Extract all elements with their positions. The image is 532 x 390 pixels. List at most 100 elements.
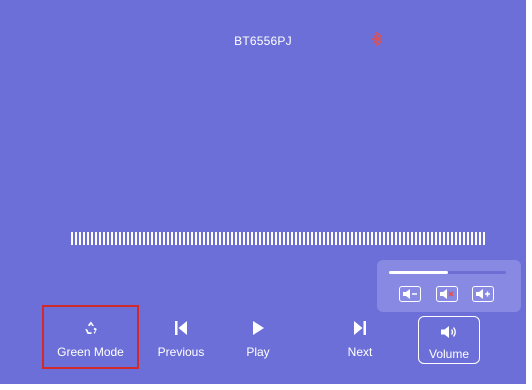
progress-tick xyxy=(155,232,157,245)
progress-tick xyxy=(343,232,345,245)
progress-tick xyxy=(243,232,245,245)
progress-tick xyxy=(435,232,437,245)
progress-tick xyxy=(315,232,317,245)
green-mode-button[interactable]: Green Mode xyxy=(42,305,139,369)
progress-tick xyxy=(355,232,357,245)
volume-slider[interactable] xyxy=(389,271,506,274)
progress-tick xyxy=(439,232,441,245)
progress-tick xyxy=(331,232,333,245)
player-screen: BT6556PJ Green Mode Previous Play Next V… xyxy=(0,0,526,384)
progress-tick xyxy=(371,232,373,245)
device-name: BT6556PJ xyxy=(234,34,292,48)
play-icon xyxy=(252,321,264,335)
green-mode-label: Green Mode xyxy=(57,345,124,359)
progress-tick xyxy=(419,232,421,245)
progress-tick xyxy=(159,232,161,245)
progress-tick xyxy=(131,232,133,245)
progress-tick xyxy=(319,232,321,245)
progress-tick xyxy=(123,232,125,245)
progress-tick xyxy=(387,232,389,245)
progress-tick xyxy=(207,232,209,245)
progress-tick xyxy=(323,232,325,245)
volume-mute-icon xyxy=(440,289,454,299)
progress-tick xyxy=(271,232,273,245)
progress-tick xyxy=(103,232,105,245)
progress-tick xyxy=(327,232,329,245)
progress-tick xyxy=(363,232,365,245)
progress-tick xyxy=(99,232,101,245)
progress-tick xyxy=(291,232,293,245)
progress-tick xyxy=(231,232,233,245)
previous-button[interactable]: Previous xyxy=(153,306,209,368)
progress-tick xyxy=(475,232,477,245)
progress-tick xyxy=(483,232,485,245)
progress-tick xyxy=(283,232,285,245)
progress-tick xyxy=(195,232,197,245)
volume-button[interactable]: Volume xyxy=(418,316,480,364)
progress-tick xyxy=(95,232,97,245)
progress-tick xyxy=(427,232,429,245)
progress-tick xyxy=(423,232,425,245)
progress-tick xyxy=(111,232,113,245)
progress-tick xyxy=(135,232,137,245)
progress-tick xyxy=(379,232,381,245)
progress-tick xyxy=(367,232,369,245)
progress-tick xyxy=(247,232,249,245)
volume-up-icon xyxy=(476,289,490,299)
progress-tick xyxy=(179,232,181,245)
progress-tick xyxy=(259,232,261,245)
bluetooth-disconnected-icon xyxy=(372,31,383,47)
progress-tick xyxy=(443,232,445,245)
progress-tick xyxy=(191,232,193,245)
progress-tick xyxy=(107,232,109,245)
progress-tick xyxy=(295,232,297,245)
progress-tick xyxy=(411,232,413,245)
progress-tick xyxy=(395,232,397,245)
progress-tick xyxy=(203,232,205,245)
progress-tick xyxy=(351,232,353,245)
progress-tick xyxy=(467,232,469,245)
progress-tick xyxy=(255,232,257,245)
volume-mute-button[interactable] xyxy=(436,286,458,302)
progress-tick xyxy=(455,232,457,245)
progress-tick xyxy=(399,232,401,245)
progress-tick xyxy=(167,232,169,245)
progress-tick xyxy=(299,232,301,245)
progress-tick xyxy=(139,232,141,245)
progress-tick xyxy=(127,232,129,245)
previous-label: Previous xyxy=(157,345,205,359)
progress-tick xyxy=(267,232,269,245)
progress-tick xyxy=(359,232,361,245)
skip-next-icon xyxy=(354,321,366,335)
next-button[interactable]: Next xyxy=(340,306,380,368)
progress-tick xyxy=(451,232,453,245)
recycle-icon xyxy=(84,321,97,334)
progress-tick xyxy=(79,232,81,245)
progress-tick xyxy=(83,232,85,245)
progress-tick xyxy=(459,232,461,245)
progress-tick xyxy=(91,232,93,245)
progress-tick xyxy=(219,232,221,245)
speaker-icon xyxy=(441,326,456,338)
play-button[interactable]: Play xyxy=(238,306,278,368)
progress-tick xyxy=(75,232,77,245)
next-label: Next xyxy=(347,345,373,359)
volume-up-button[interactable] xyxy=(472,286,494,302)
progress-tick xyxy=(119,232,121,245)
progress-tick xyxy=(87,232,89,245)
progress-tick xyxy=(335,232,337,245)
progress-tick xyxy=(403,232,405,245)
volume-down-button[interactable] xyxy=(399,286,421,302)
progress-tick xyxy=(163,232,165,245)
play-label: Play xyxy=(246,345,270,359)
progress-tick xyxy=(407,232,409,245)
progress-tick xyxy=(199,232,201,245)
progress-tick xyxy=(211,232,213,245)
volume-level xyxy=(389,271,448,274)
progress-tick xyxy=(171,232,173,245)
progress-tick xyxy=(147,232,149,245)
progress-tick xyxy=(375,232,377,245)
progress-tick xyxy=(279,232,281,245)
progress-bar[interactable] xyxy=(71,232,487,245)
progress-tick xyxy=(307,232,309,245)
